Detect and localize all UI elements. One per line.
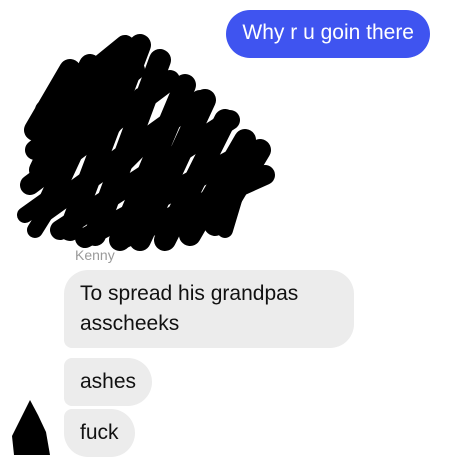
sender-name: Kenny bbox=[75, 247, 115, 263]
incoming-message: To spread his grandpas asscheeks bbox=[64, 270, 354, 348]
message-line: asscheeks bbox=[80, 312, 180, 335]
message-line: To spread his grandpas bbox=[80, 282, 299, 305]
message-line: ashes bbox=[80, 370, 137, 393]
redaction-avatar bbox=[12, 400, 50, 455]
message-line: fuck bbox=[80, 421, 119, 444]
incoming-message: ashes bbox=[64, 358, 153, 406]
chat-thread: Why r u goin there Kenny To spread his g… bbox=[0, 0, 460, 464]
outgoing-message: Why r u goin there bbox=[226, 10, 430, 58]
incoming-message: fuck bbox=[64, 409, 135, 457]
